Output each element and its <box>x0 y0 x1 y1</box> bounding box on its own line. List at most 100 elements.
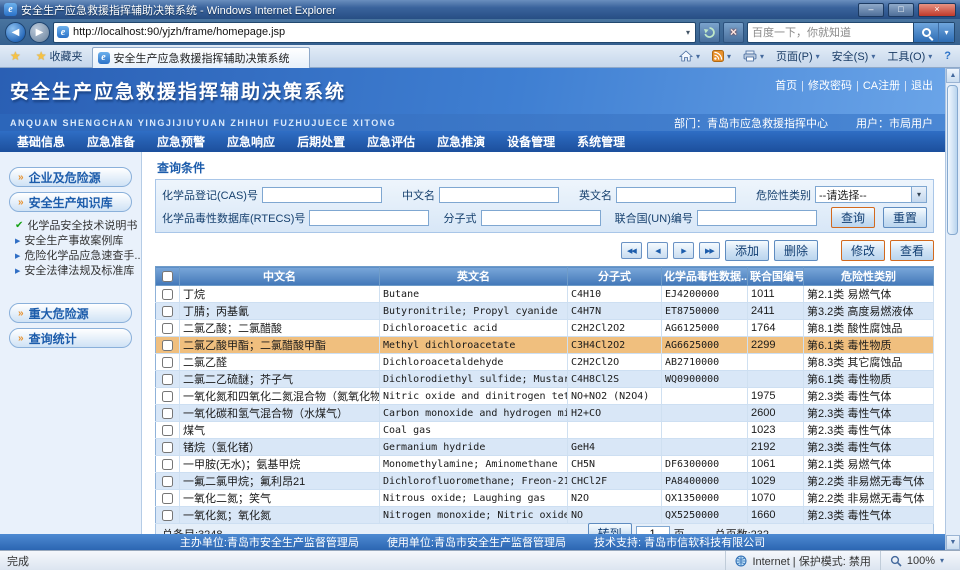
reset-button[interactable]: 重置 <box>883 207 927 228</box>
pager-prev-button[interactable]: ◀ <box>647 242 668 259</box>
browser-tab[interactable]: e 安全生产应急救援指挥辅助决策系统 <box>92 47 310 68</box>
pager-next-button[interactable]: ▶ <box>673 242 694 259</box>
forward-button[interactable]: ▶ <box>29 22 50 43</box>
top-link-logout[interactable]: 退出 <box>900 77 933 93</box>
delete-button[interactable]: 删除 <box>774 240 818 261</box>
sidebar-item[interactable]: 化学品安全技术说明书 <box>15 217 141 232</box>
query-field-input[interactable] <box>439 187 559 203</box>
top-link-home[interactable]: 首页 <box>775 77 797 93</box>
cell-chinese-name: 丁腈；丙基氰 <box>180 303 380 320</box>
scroll-up-button[interactable]: ▲ <box>946 68 960 83</box>
select-all-checkbox[interactable] <box>162 271 173 282</box>
menu-page[interactable]: 页面(P)▾ <box>771 46 825 66</box>
close-button[interactable]: × <box>918 3 956 17</box>
table-row[interactable]: 一氧化二氮；笑气 Nitrous oxide; Laughing gas N2O… <box>156 490 934 507</box>
nav-item[interactable]: 应急评估 <box>356 133 426 150</box>
zoom-segment[interactable]: 100% ▾ <box>880 551 953 570</box>
table-row[interactable]: 一氧化氮；氧化氮 Nitrogen monoxide; Nitric oxide… <box>156 507 934 524</box>
menu-tools[interactable]: 工具(O)▾ <box>882 46 937 66</box>
nav-item[interactable]: 基础信息 <box>6 133 76 150</box>
row-checkbox[interactable] <box>162 391 173 402</box>
query-field-input[interactable] <box>481 210 601 226</box>
table-row[interactable]: 二氯乙酸甲酯；二氯醋酸甲酯 Methyl dichloroacetate C3H… <box>156 337 934 354</box>
row-checkbox[interactable] <box>162 476 173 487</box>
feeds-button[interactable]: ▾ <box>707 48 736 64</box>
table-row[interactable]: 一甲胺(无水)；氨基甲烷 Monomethylamine; Aminometha… <box>156 456 934 473</box>
table-row[interactable]: 丁烷 Butane C4H10 EJ4200000 1011 第2.1类 易燃气… <box>156 286 934 303</box>
sidebar-group-major-hazard[interactable]: » 重大危险源 <box>9 303 132 323</box>
refresh-button[interactable] <box>699 22 720 43</box>
edit-button[interactable]: 修改 <box>841 240 885 261</box>
top-link-password[interactable]: 修改密码 <box>797 77 852 93</box>
hazard-class-select[interactable]: --请选择-- ▾ <box>815 186 927 203</box>
view-button[interactable]: 查看 <box>890 240 934 261</box>
address-url[interactable]: http://localhost:90/yjzh/frame/homepage.… <box>73 26 680 38</box>
row-checkbox[interactable] <box>162 425 173 436</box>
row-checkbox[interactable] <box>162 408 173 419</box>
row-checkbox[interactable] <box>162 340 173 351</box>
row-checkbox[interactable] <box>162 306 173 317</box>
row-checkbox[interactable] <box>162 374 173 385</box>
nav-item[interactable]: 后期处置 <box>286 133 356 150</box>
row-checkbox[interactable] <box>162 493 173 504</box>
help-button[interactable]: ? <box>939 48 956 64</box>
maximize-button[interactable]: □ <box>888 3 914 17</box>
table-row[interactable]: 锗烷（氢化锗） Germanium hydride GeH4 2192 第2.3… <box>156 439 934 456</box>
nav-item[interactable]: 应急响应 <box>216 133 286 150</box>
pager-first-button[interactable]: ◀◀ <box>621 242 642 259</box>
sidebar-group-enterprise[interactable]: » 企业及危险源 <box>9 167 132 187</box>
address-bar[interactable]: e http://localhost:90/yjzh/frame/homepag… <box>53 22 696 43</box>
sidebar-item[interactable]: 安全生产事故案例库 <box>15 232 141 247</box>
table-row[interactable]: 丁腈；丙基氰 Butyronitrile; Propyl cyanide C4H… <box>156 303 934 320</box>
table-row[interactable]: 一氧化碳和氢气混合物（水煤气） Carbon monoxide and hydr… <box>156 405 934 422</box>
nav-item[interactable]: 系统管理 <box>566 133 636 150</box>
print-button[interactable]: ▾ <box>738 48 769 64</box>
query-field-input[interactable] <box>616 187 736 203</box>
row-checkbox[interactable] <box>162 357 173 368</box>
nav-item[interactable]: 应急预警 <box>146 133 216 150</box>
top-link-ca[interactable]: CA注册 <box>852 77 900 93</box>
favorites-star-button[interactable]: ★ <box>4 47 27 66</box>
search-dropdown-button[interactable]: ▾ <box>938 23 954 42</box>
row-checkbox[interactable] <box>162 459 173 470</box>
query-button[interactable]: 查询 <box>831 207 875 228</box>
table-row[interactable]: 一氟二氯甲烷；氟利昂21 Dichlorofluoromethane; Freo… <box>156 473 934 490</box>
table-row[interactable]: 二氯乙酸；二氯醋酸 Dichloroacetic acid C2H2Cl2O2 … <box>156 320 934 337</box>
table-row[interactable]: 一氧化氮和四氧化二氮混合物（氮氧化物，硝气，氧化氮气体） Nitric oxid… <box>156 388 934 405</box>
table-row[interactable]: 二氯乙醛 Dichloroacetaldehyde C2H2Cl2O AB271… <box>156 354 934 371</box>
row-checkbox[interactable] <box>162 442 173 453</box>
home-button[interactable]: ▾ <box>674 48 705 64</box>
goto-button[interactable]: 转到 <box>588 523 632 534</box>
query-field-input[interactable] <box>262 187 382 203</box>
table-row[interactable]: 二氯二乙硫醚；芥子气 Dichlorodiethyl sulfide; Must… <box>156 371 934 388</box>
nav-item[interactable]: 应急准备 <box>76 133 146 150</box>
sidebar-group-statistics[interactable]: » 查询统计 <box>9 328 132 348</box>
vertical-scrollbar[interactable]: ▲ ▼ <box>945 68 960 550</box>
stop-button[interactable]: × <box>723 22 744 43</box>
query-field-input[interactable] <box>697 210 817 226</box>
search-input[interactable] <box>748 26 913 38</box>
address-history-dropdown-icon[interactable]: ▾ <box>684 28 692 37</box>
sidebar-item[interactable]: 危险化学品应急速查手... <box>15 247 141 262</box>
add-button[interactable]: 添加 <box>725 240 769 261</box>
minimize-button[interactable]: – <box>858 3 884 17</box>
row-checkbox[interactable] <box>162 510 173 521</box>
nav-item[interactable]: 应急推演 <box>426 133 496 150</box>
table-row[interactable]: 煤气 Coal gas 1023 第2.3类 毒性气体 <box>156 422 934 439</box>
goto-page-input[interactable] <box>636 526 670 534</box>
sidebar-group-knowledge[interactable]: » 安全生产知识库 <box>9 192 132 212</box>
search-button[interactable] <box>913 23 938 42</box>
pager-last-button[interactable]: ▶▶ <box>699 242 720 259</box>
nav-item[interactable]: 设备管理 <box>496 133 566 150</box>
scrollbar-thumb[interactable] <box>947 85 958 235</box>
scrollbar-track[interactable] <box>946 83 960 535</box>
favorites-button[interactable]: ★ 收藏夹 <box>30 47 89 66</box>
scroll-down-button[interactable]: ▼ <box>946 535 960 550</box>
row-checkbox[interactable] <box>162 289 173 300</box>
sidebar-item[interactable]: 安全法律法规及标准库 <box>15 262 141 277</box>
menu-safety[interactable]: 安全(S)▾ <box>827 46 881 66</box>
back-button[interactable]: ◀ <box>5 22 26 43</box>
row-checkbox[interactable] <box>162 323 173 334</box>
query-field-input[interactable] <box>309 210 429 226</box>
cell-formula: C4H10 <box>568 286 662 303</box>
